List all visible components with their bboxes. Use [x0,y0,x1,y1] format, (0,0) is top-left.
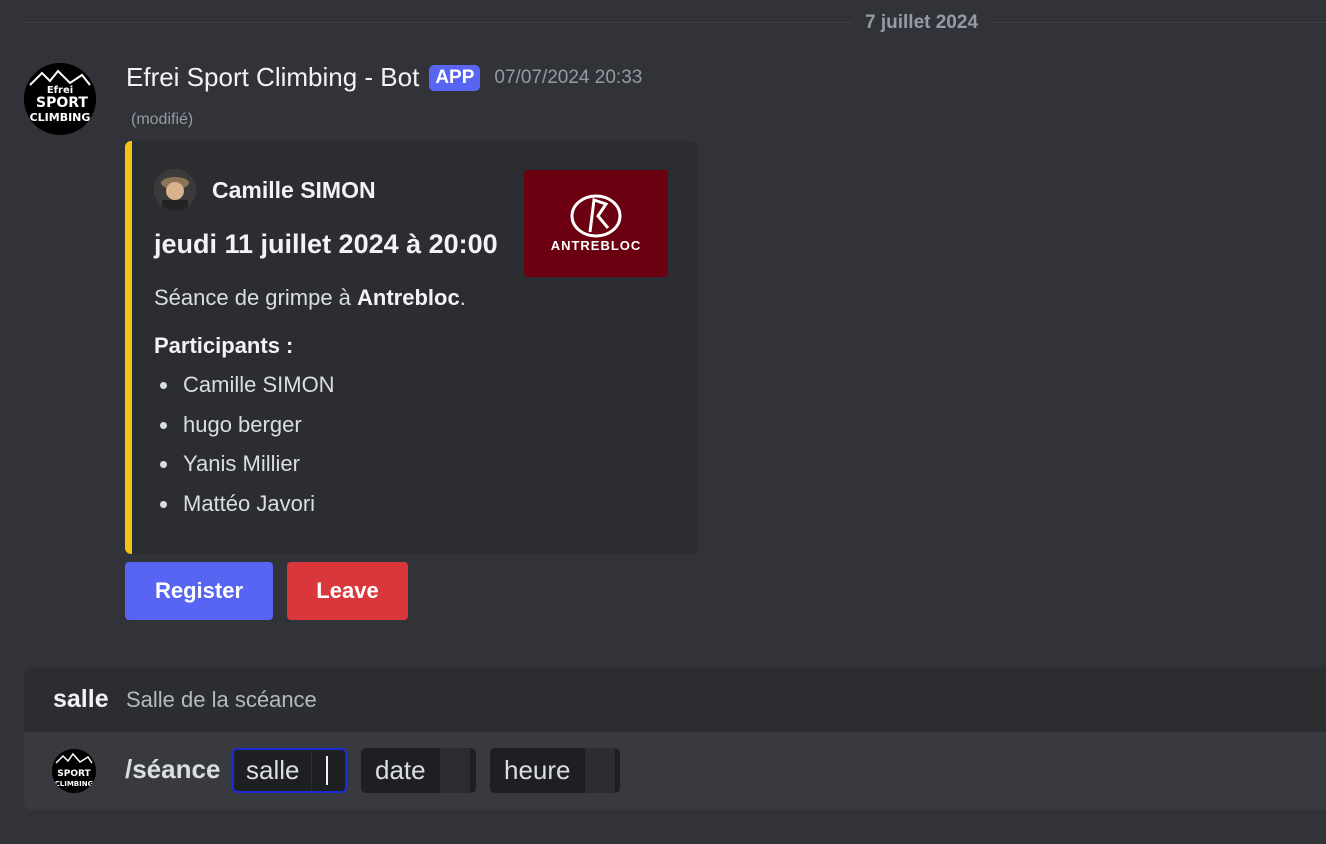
participant-item: Camille SIMON [154,370,335,410]
date-option-input[interactable]: date [361,748,476,793]
edited-label: (modifié) [131,111,194,128]
user-avatar-icon [154,169,196,211]
date-divider-label: 7 juillet 2024 [853,12,991,34]
option-label: date [375,755,426,785]
description-venue: Antrebloc [357,285,460,310]
participants-heading: Participants : [154,333,294,358]
message-header: Efrei Sport Climbing - Bot APP 07/07/202… [126,62,642,93]
text-caret [326,756,329,785]
option-value-area[interactable] [584,748,615,793]
option-autocomplete[interactable]: salle Salle de la scéance [24,667,1326,732]
participant-item: Yanis Millier [154,449,335,489]
description-prefix: Séance de grimpe à [154,285,358,310]
leave-button[interactable]: Leave [287,562,408,620]
divider-line [24,22,1326,23]
command-avatar-line-3: CLIMBING [55,780,94,788]
avatar-line-3: CLIMBING [30,111,91,124]
description-suffix: . [459,285,466,310]
option-value-area[interactable] [439,748,470,793]
participant-item: Mattéo Javori [154,489,335,529]
embed-description: Séance de grimpe à Antrebloc. [154,285,466,311]
embed-author: Camille SIMON [154,169,376,211]
bot-avatar[interactable]: Efrei SPORT CLIMBING [24,63,96,135]
message-timestamp[interactable]: 07/07/2024 20:33 [494,67,642,89]
embed-author-name[interactable]: Camille SIMON [212,177,376,204]
antrebloc-logo-icon [570,194,622,238]
option-label: salle [246,755,300,785]
thumbnail-text: ANTREBLOC [550,238,642,253]
salle-option-input[interactable]: salle [232,748,347,793]
event-embed: Camille SIMON jeudi 11 juillet 2024 à 20… [125,141,697,554]
autocomplete-option-description: Salle de la scéance [126,687,317,712]
autocomplete-option-name: salle [53,685,109,713]
option-value-area[interactable] [311,750,342,791]
heure-option-input[interactable]: heure [490,748,620,793]
command-avatar-line-2: SPORT [57,769,91,779]
participants-list: Camille SIMON hugo berger Yanis Millier … [154,370,335,528]
efrei-climbing-logo-icon: SPORT CLIMBING [52,749,96,793]
efrei-climbing-logo-icon: Efrei SPORT CLIMBING [24,63,96,135]
option-label: heure [504,755,571,785]
embed-author-avatar [154,169,196,211]
message-author[interactable]: Efrei Sport Climbing - Bot [126,62,419,93]
command-name: /séance [125,754,221,784]
avatar-line-2: SPORT [36,95,88,111]
app-badge: APP [429,64,481,91]
register-button[interactable]: Register [125,562,273,620]
slash-command-composer[interactable]: SPORT CLIMBING /séance salle date heure [24,732,1326,810]
command-app-avatar: SPORT CLIMBING [52,749,96,793]
embed-thumbnail[interactable]: ANTREBLOC [524,170,668,277]
participant-item: hugo berger [154,410,335,450]
embed-title: jeudi 11 juillet 2024 à 20:00 [154,229,498,259]
